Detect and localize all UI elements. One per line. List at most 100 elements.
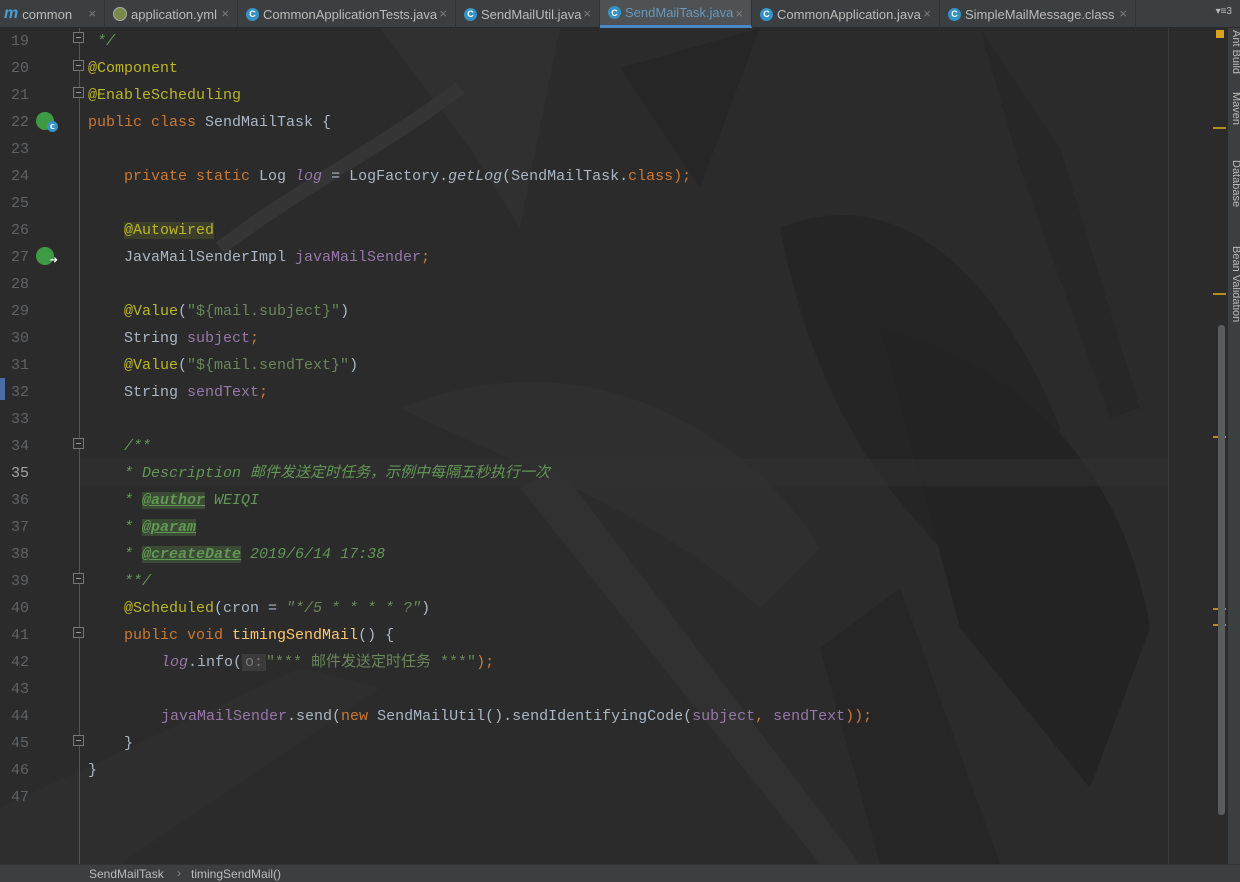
- code-line-39: **/: [124, 573, 152, 590]
- code-line-35: * Description 邮件发送定时任务，示例中每隔五秒执行一次: [124, 465, 551, 482]
- line-number: 40: [10, 600, 29, 617]
- java-class-icon: C: [608, 6, 621, 19]
- java-class-icon: C: [760, 7, 773, 21]
- tab-common-application[interactable]: C CommonApplication.java ×: [752, 0, 940, 28]
- close-icon[interactable]: ×: [221, 6, 229, 21]
- tab-label: SimpleMailMessage.class: [965, 6, 1115, 22]
- change-marker: [0, 378, 5, 400]
- warning-marker[interactable]: [1213, 127, 1226, 129]
- fold-marker[interactable]: [73, 87, 84, 98]
- close-icon[interactable]: ×: [439, 6, 447, 21]
- code-line-40: @Scheduled(cron = "*/5 * * * * ?"): [124, 600, 431, 617]
- editor-gutter: 19 20 21 22 23 24 25 26 27 28 29 30 31 3…: [0, 28, 84, 864]
- fold-marker[interactable]: [73, 627, 84, 638]
- java-class-icon: C: [464, 7, 477, 21]
- code-line-30: String subject;: [124, 330, 260, 347]
- tab-label: CommonApplicationTests.java: [263, 6, 438, 22]
- fold-marker[interactable]: [73, 573, 84, 584]
- tab-label: SendMailUtil.java: [481, 6, 582, 22]
- tab-label: SendMailTask.java: [625, 5, 734, 20]
- line-number: 34: [10, 438, 29, 455]
- line-number: 46: [10, 762, 29, 779]
- tab-common-application-tests[interactable]: C CommonApplicationTests.java ×: [238, 0, 456, 28]
- close-icon[interactable]: ×: [923, 6, 931, 21]
- close-icon[interactable]: ×: [1119, 6, 1127, 21]
- code-line-29: @Value("${mail.subject}"): [124, 303, 350, 320]
- code-line-46: }: [88, 762, 98, 779]
- code-line-22: public class SendMailTask {: [88, 114, 332, 131]
- code-line-32: String sendText;: [124, 384, 269, 401]
- tab-label: application.yml: [131, 6, 217, 22]
- line-number: 33: [10, 411, 29, 428]
- code-line-42: log.info(o: "*** 邮件发送定时任务 ***");: [161, 654, 495, 671]
- code-line-37: * @param: [124, 519, 197, 536]
- code-line-20: @Component: [88, 60, 179, 77]
- line-number: 22: [10, 114, 29, 131]
- line-number: 28: [10, 276, 29, 293]
- close-icon[interactable]: ×: [583, 6, 591, 21]
- code-line-19: */: [88, 33, 116, 50]
- line-number: 21: [10, 87, 29, 104]
- fold-marker[interactable]: [73, 32, 84, 43]
- code-line-21: @EnableScheduling: [88, 87, 242, 104]
- line-number: 43: [10, 681, 29, 698]
- fold-marker[interactable]: [73, 438, 84, 449]
- tab-application-yml[interactable]: application.yml ×: [105, 0, 238, 28]
- java-class-icon: C: [948, 7, 961, 21]
- line-number: 45: [10, 735, 29, 752]
- code-editor[interactable]: */ @Component @EnableScheduling public c…: [88, 28, 1168, 864]
- line-number: 37: [10, 519, 29, 536]
- fold-marker[interactable]: [73, 735, 84, 746]
- tab-send-mail-task[interactable]: C SendMailTask.java ×: [600, 0, 752, 28]
- tab-overflow-button[interactable]: ▾≡3: [1216, 6, 1232, 17]
- breadcrumb-method[interactable]: timingSendMail(): [191, 867, 281, 881]
- line-number: 23: [10, 141, 29, 158]
- tab-label: common: [22, 6, 73, 22]
- line-number: 39: [10, 573, 29, 590]
- line-number: 26: [10, 222, 29, 239]
- code-line-41: public void timingSendMail() {: [124, 627, 395, 644]
- line-number: 29: [10, 303, 29, 320]
- tab-common[interactable]: m common ×: [0, 0, 105, 28]
- tool-maven[interactable]: Maven: [1230, 92, 1240, 125]
- line-number: 36: [10, 492, 29, 509]
- maven-module-icon: m: [4, 5, 19, 22]
- spring-bean-icon[interactable]: C: [36, 112, 58, 132]
- line-number: 30: [10, 330, 29, 347]
- code-line-45: }: [124, 735, 134, 752]
- inspection-status-icon[interactable]: [1216, 30, 1224, 38]
- line-number: 31: [10, 357, 29, 374]
- tab-simple-mail-message[interactable]: C SimpleMailMessage.class ×: [940, 0, 1136, 28]
- warning-marker[interactable]: [1213, 293, 1226, 295]
- line-number: 47: [10, 789, 29, 806]
- code-line-24: private static Log log = LogFactory.getL…: [124, 168, 692, 185]
- close-icon[interactable]: ×: [735, 6, 743, 21]
- close-icon[interactable]: ×: [88, 6, 96, 21]
- line-number: 19: [10, 33, 29, 50]
- vertical-scrollbar[interactable]: [1218, 325, 1225, 815]
- breadcrumb: SendMailTask › timingSendMail(): [0, 864, 1240, 882]
- tab-send-mail-util[interactable]: C SendMailUtil.java ×: [456, 0, 600, 28]
- code-line-31: @Value("${mail.sendText}"): [124, 357, 359, 374]
- code-line-26: @Autowired: [124, 222, 215, 239]
- editor-tab-bar: m common × application.yml × C CommonApp…: [0, 0, 1240, 28]
- code-line-34: /**: [124, 438, 152, 455]
- line-number: 27: [10, 249, 29, 266]
- line-number: 44: [10, 708, 29, 725]
- tool-bean-validation[interactable]: Bean Validation: [1230, 246, 1240, 322]
- fold-marker[interactable]: [73, 60, 84, 71]
- right-tool-strip: [1228, 28, 1240, 864]
- java-class-icon: C: [246, 7, 259, 21]
- chevron-right-icon: ›: [177, 866, 181, 880]
- tool-ant-build[interactable]: Ant Build: [1230, 30, 1240, 74]
- breadcrumb-class[interactable]: SendMailTask: [89, 867, 164, 881]
- code-line-44: javaMailSender.send(new SendMailUtil().s…: [161, 708, 873, 725]
- code-line-27: JavaMailSenderImpl javaMailSender;: [124, 249, 431, 266]
- line-number: 20: [10, 60, 29, 77]
- tool-database[interactable]: Database: [1230, 160, 1240, 207]
- tab-label: CommonApplication.java: [777, 6, 921, 22]
- autowired-navigate-icon[interactable]: ➜: [36, 247, 58, 266]
- code-line-36: * @author WEIQI: [124, 492, 260, 509]
- line-number-current: 35: [10, 465, 29, 482]
- line-number: 24: [10, 168, 29, 185]
